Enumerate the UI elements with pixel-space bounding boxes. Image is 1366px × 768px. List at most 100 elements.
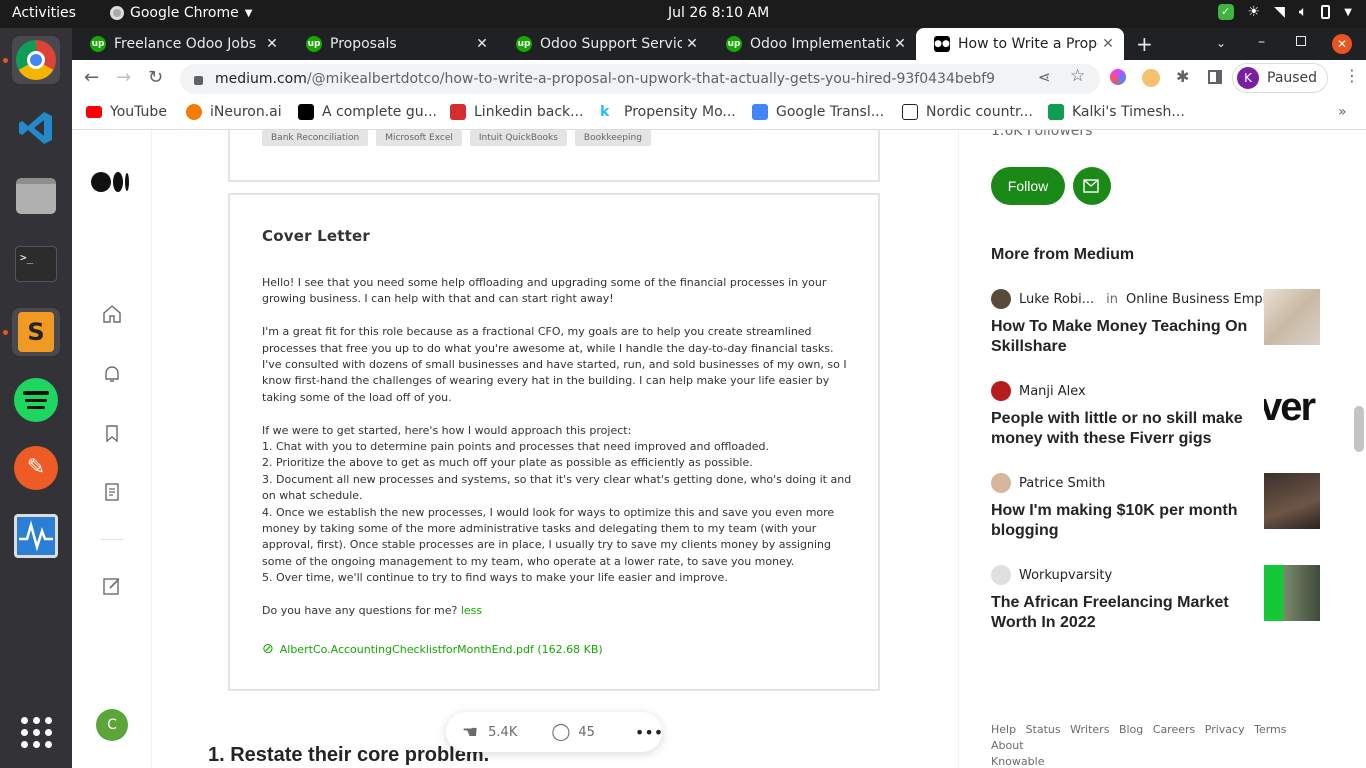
power-menu-chevron-icon[interactable]: ▼ bbox=[1344, 7, 1352, 18]
close-icon[interactable]: ✕ bbox=[1098, 36, 1118, 52]
follow-button[interactable]: Follow bbox=[991, 167, 1065, 205]
dock-files-icon[interactable] bbox=[12, 172, 60, 220]
share-icon[interactable]: ⋖ bbox=[1038, 68, 1051, 86]
bookmark-youtube[interactable]: YouTube bbox=[86, 104, 167, 120]
bookmark-linkedin-back[interactable]: Linkedin back... bbox=[450, 104, 584, 120]
new-tab-icon[interactable]: + bbox=[1136, 32, 1153, 56]
clap-icon[interactable]: ☚ bbox=[462, 722, 478, 743]
close-icon[interactable]: ✕ bbox=[682, 36, 702, 52]
update-icon[interactable]: ✓ bbox=[1217, 4, 1234, 20]
subscribe-email-icon[interactable] bbox=[1073, 167, 1111, 205]
volume-icon[interactable]: 🔈︎ bbox=[1299, 4, 1307, 20]
clap-count[interactable]: 5.4K bbox=[488, 725, 517, 740]
footer-link-blog[interactable]: Blog bbox=[1119, 723, 1143, 736]
article-title[interactable]: How I'm making $10K per month blogging bbox=[991, 501, 1251, 541]
close-icon[interactable]: ✕ bbox=[890, 36, 910, 52]
article-title[interactable]: The African Freelancing Market Worth In … bbox=[991, 593, 1251, 633]
tab-search-chevron-icon[interactable]: ⌄ bbox=[1216, 36, 1226, 50]
window-close-icon[interactable]: ✕ bbox=[1332, 34, 1352, 54]
side-panel-icon[interactable] bbox=[1208, 70, 1222, 84]
footer-link-about[interactable]: About bbox=[991, 739, 1024, 752]
dock: >_ S ✎ bbox=[0, 28, 72, 768]
attachment[interactable]: ⊘ AlbertCo.AccountingChecklistforMonthEn… bbox=[262, 641, 603, 657]
followers-count[interactable]: 1.6K Followers bbox=[991, 130, 1092, 139]
bookmarks-list-icon[interactable] bbox=[102, 423, 122, 447]
reload-icon[interactable]: ↻ bbox=[148, 67, 163, 88]
forward-icon[interactable]: → bbox=[116, 67, 131, 88]
article-thumbnail[interactable] bbox=[1264, 289, 1320, 345]
tab-freelance-odoo-jobs[interactable]: up Freelance Odoo Jobs ✕ bbox=[72, 28, 288, 60]
running-indicator bbox=[3, 58, 8, 63]
home-icon[interactable] bbox=[102, 304, 122, 328]
notifications-bell-icon[interactable] bbox=[102, 364, 122, 388]
skill-tag: Bank Reconciliation bbox=[262, 130, 369, 146]
more-options-icon[interactable]: ••• bbox=[635, 723, 663, 742]
close-icon[interactable]: ✕ bbox=[262, 36, 282, 52]
bookmark-complete-guide[interactable]: A complete gu... bbox=[298, 104, 437, 120]
article-thumbnail[interactable] bbox=[1264, 473, 1320, 529]
footer-link-status[interactable]: Status bbox=[1026, 723, 1061, 736]
less-link[interactable]: less bbox=[461, 604, 482, 617]
close-icon[interactable]: ✕ bbox=[472, 36, 492, 52]
clock[interactable]: Jul 26 8:10 AM bbox=[668, 5, 769, 21]
address-bar[interactable]: medium.com/@mikealbertdotco/how-to-write… bbox=[180, 64, 1100, 94]
back-icon[interactable]: ← bbox=[84, 67, 99, 88]
article-thumbnail[interactable] bbox=[1264, 565, 1320, 621]
dock-system-monitor-icon[interactable] bbox=[12, 512, 60, 560]
tab-proposals[interactable]: up Proposals ✕ bbox=[288, 28, 498, 60]
stories-icon[interactable] bbox=[102, 482, 122, 506]
system-tray[interactable]: ✓ ☀ ◥ 🔈︎ ▼ bbox=[1217, 4, 1352, 20]
footer-link-help[interactable]: Help bbox=[991, 723, 1016, 736]
bookmark-star-icon[interactable]: ☆ bbox=[1070, 66, 1085, 86]
page-scrollbar[interactable] bbox=[1354, 406, 1364, 452]
dock-postman-icon[interactable]: ✎ bbox=[12, 444, 60, 492]
author-name[interactable]: Luke Robi... bbox=[1019, 292, 1094, 307]
brightness-icon[interactable]: ☀ bbox=[1248, 4, 1261, 20]
dock-terminal-icon[interactable]: >_ bbox=[12, 240, 60, 288]
response-bubble-icon[interactable]: ◯ bbox=[551, 722, 570, 742]
tab-odoo-support[interactable]: up Odoo Support Servic ✕ bbox=[498, 28, 708, 60]
footer-link-careers[interactable]: Careers bbox=[1153, 723, 1196, 736]
publication-name[interactable]: Online Business Empi... bbox=[1126, 292, 1279, 307]
minimize-icon[interactable]: – bbox=[1258, 34, 1265, 50]
footer-link-terms[interactable]: Terms bbox=[1254, 723, 1286, 736]
author-name[interactable]: Workupvarsity bbox=[1019, 568, 1112, 583]
battery-icon[interactable] bbox=[1321, 5, 1331, 19]
response-count[interactable]: 45 bbox=[578, 725, 595, 740]
profile-avatar: K bbox=[1237, 67, 1259, 89]
footer-link-knowable[interactable]: Knowable bbox=[991, 755, 1044, 768]
extensions-puzzle-icon[interactable]: ✱ bbox=[1176, 67, 1189, 86]
user-avatar[interactable]: C bbox=[96, 709, 128, 741]
author-name[interactable]: Manji Alex bbox=[1019, 384, 1086, 399]
dock-vscode-icon[interactable] bbox=[12, 104, 60, 152]
footer-link-writers[interactable]: Writers bbox=[1070, 723, 1109, 736]
extension-avatar-icon[interactable] bbox=[1142, 69, 1160, 87]
bookmark-google-translate[interactable]: Google Transl... bbox=[752, 104, 884, 120]
bookmark-propensity[interactable]: k Propensity Mo... bbox=[600, 104, 736, 120]
dock-chrome-icon[interactable] bbox=[12, 36, 60, 84]
step-item: 5. Over time, we'll continue to try to f… bbox=[262, 571, 728, 585]
tab-odoo-implementation[interactable]: up Odoo Implementatio ✕ bbox=[708, 28, 916, 60]
bookmark-kalki-timesheet[interactable]: Kalki's Timesh... bbox=[1048, 104, 1185, 120]
bookmark-ineuron[interactable]: iNeuron.ai bbox=[186, 104, 282, 120]
article-title[interactable]: People with little or no skill make mone… bbox=[991, 409, 1251, 449]
article-thumbnail[interactable]: ver bbox=[1264, 381, 1320, 437]
show-applications-icon[interactable] bbox=[12, 708, 60, 756]
dock-spotify-icon[interactable] bbox=[12, 376, 60, 424]
dock-sublime-icon[interactable]: S bbox=[12, 308, 60, 356]
maximize-icon[interactable] bbox=[1296, 36, 1306, 46]
menu-kebab-icon[interactable]: ⋮ bbox=[1344, 66, 1360, 85]
bookmark-nordic-countries[interactable]: Nordic countr... bbox=[902, 104, 1033, 120]
wifi-icon[interactable]: ◥ bbox=[1274, 4, 1285, 20]
article-title[interactable]: How To Make Money Teaching On Skillshare bbox=[991, 317, 1251, 357]
more-bookmarks-icon[interactable]: » bbox=[1338, 104, 1347, 120]
write-icon[interactable] bbox=[102, 576, 122, 600]
app-menu[interactable]: Google Chrome ▼ bbox=[110, 5, 252, 21]
author-name[interactable]: Patrice Smith bbox=[1019, 476, 1105, 491]
footer-link-privacy[interactable]: Privacy bbox=[1205, 723, 1245, 736]
medium-logo[interactable] bbox=[91, 172, 129, 192]
extension-color-icon[interactable] bbox=[1110, 69, 1126, 85]
profile-paused-button[interactable]: K Paused bbox=[1232, 63, 1328, 93]
activities-button[interactable]: Activities bbox=[12, 5, 76, 21]
tab-how-to-write-proposal[interactable]: ●● How to Write a Propo ✕ bbox=[916, 28, 1124, 60]
